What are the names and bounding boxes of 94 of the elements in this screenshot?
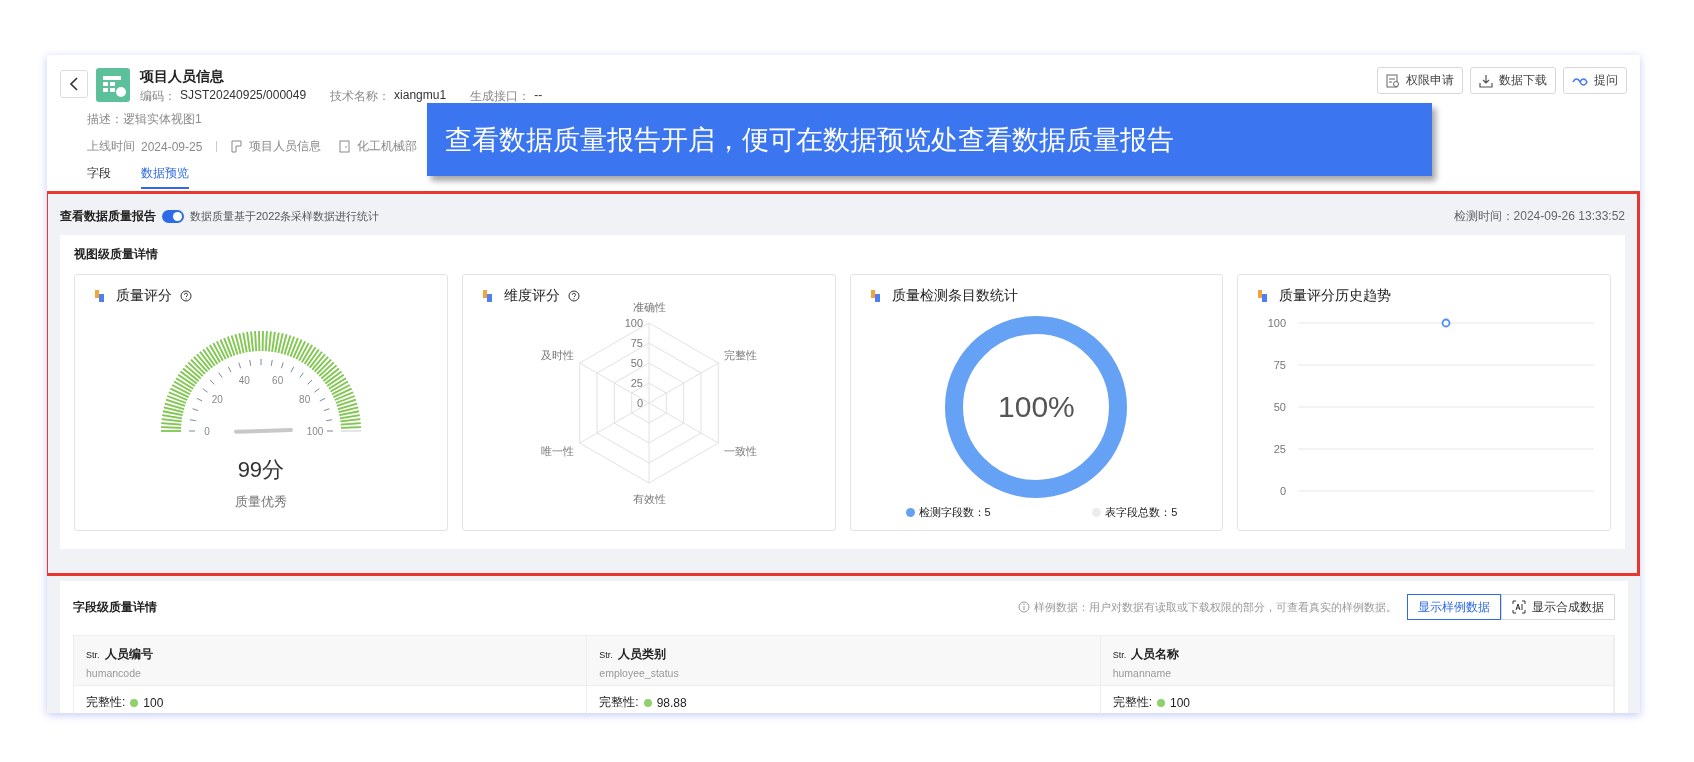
tag-label: 项目人员信息	[249, 138, 322, 155]
y-tick-label: 50	[1273, 401, 1287, 413]
download-icon	[1479, 73, 1493, 88]
action-button[interactable]: 权限申请	[1377, 67, 1463, 94]
y-tick-label: 100	[1267, 317, 1287, 329]
chart-icon	[1258, 290, 1268, 302]
action-button[interactable]: 数据下载	[1470, 67, 1556, 94]
gauge-tick-label: 20	[211, 394, 223, 406]
table-icon	[96, 68, 130, 102]
api-label: 生成接口：	[470, 88, 531, 105]
data-point	[1441, 318, 1451, 328]
section-title: 视图级质量详情	[74, 247, 159, 262]
type-tag: Str.	[1112, 650, 1127, 660]
metric-label: 完整性:	[599, 694, 639, 711]
check-time: 检测时间：2024-09-26 13:33:52	[1453, 207, 1625, 225]
card-title: 质量评分历史趋势	[1279, 287, 1392, 305]
tag-label: 化工机械部	[357, 138, 418, 155]
radar-axis-label: 有效性	[632, 493, 666, 504]
gauge-tick-label: 40	[238, 374, 250, 386]
gauge-needle	[233, 428, 293, 434]
type-tag: Str.	[599, 650, 613, 660]
back-icon	[69, 77, 79, 91]
y-tick-label: 75	[1273, 359, 1287, 371]
help-icon[interactable]	[180, 290, 192, 302]
score-grade: 质量优秀	[234, 493, 287, 511]
gauge-tick-label: 80	[299, 394, 311, 406]
sample-note: 数据质量基于2022条采样数据进行统计	[190, 208, 380, 224]
metric-label: 完整性:	[1112, 694, 1152, 711]
api-value: --	[534, 88, 543, 104]
field-name: 人员类别	[617, 646, 666, 663]
sample-data-note: 样例数据：用户对数据有读取或下载权限的部分，可查看真实的样例数据。	[1034, 599, 1397, 615]
y-tick-label: 25	[1273, 443, 1287, 455]
infinity-icon	[1572, 75, 1588, 86]
chart-icon	[95, 290, 104, 302]
tech-name-label: 技术名称：	[330, 88, 391, 105]
metric-value: 98.88	[656, 695, 687, 710]
gauge-tick-label: 60	[272, 374, 284, 386]
ai-icon	[1512, 600, 1526, 614]
radar-axis-label: 准确性	[632, 301, 666, 313]
section-title: 字段级质量详情	[73, 599, 157, 615]
report-toggle-label: 查看数据质量报告	[60, 207, 156, 225]
type-tag: Str.	[86, 650, 100, 660]
field-name: 人员编号	[104, 646, 153, 663]
catalog-icon	[231, 140, 244, 153]
status-dot	[130, 698, 139, 707]
tech-name-value: xiangmu1	[394, 88, 447, 104]
view-toggle-button[interactable]: 显示合成数据	[1501, 594, 1615, 620]
card-title: 维度评分	[503, 287, 560, 305]
gauge-tick-label: 100	[306, 426, 324, 437]
legend-label: 检测字段数：5	[918, 505, 991, 520]
radar-scale-label: 25	[630, 377, 643, 389]
radar-axis-label: 完整性	[723, 349, 757, 361]
code-value: SJST20240925/000049	[180, 88, 307, 104]
legend-label: 表字段总数：5	[1105, 505, 1178, 520]
radar-scale-label: 75	[630, 337, 643, 349]
card-title: 质量检测条目数统计	[891, 287, 1018, 305]
field-code: humancode	[86, 667, 142, 679]
field-code: humanname	[1112, 667, 1173, 679]
page-title: 项目人员信息	[140, 67, 225, 85]
callout-banner: 查看数据质量报告开启，便可在数据预览处查看数据质量报告	[427, 103, 1432, 176]
help-icon[interactable]	[567, 290, 580, 302]
building-icon	[339, 140, 352, 153]
radar-axis-label: 一致性	[723, 445, 757, 457]
field-code: employee_status	[599, 667, 680, 679]
metric-value: 100	[1170, 695, 1191, 710]
back-button[interactable]	[60, 70, 88, 98]
card-title: 质量评分	[116, 287, 172, 305]
radar-axis-label: 及时性	[540, 349, 574, 361]
form-icon	[1386, 73, 1400, 88]
percent-value: 100%	[998, 390, 1075, 424]
tab[interactable]: 字段	[87, 165, 111, 189]
tab[interactable]: 数据预览	[141, 165, 189, 189]
radar-scale-label: 0	[636, 397, 643, 409]
radar-axis-label: 唯一性	[540, 445, 574, 457]
view-toggle-button[interactable]: 显示样例数据	[1407, 594, 1501, 620]
description: 描述：逻辑实体视图1	[87, 111, 203, 128]
radar-scale-label: 50	[630, 357, 643, 369]
radar-scale-label: 100	[624, 317, 643, 329]
action-button[interactable]: 提问	[1563, 67, 1627, 94]
online-time-label: 上线时间	[87, 138, 135, 155]
chart-icon	[870, 290, 880, 302]
online-time: 2024-09-25	[141, 139, 203, 154]
status-dot	[1157, 698, 1165, 707]
score-value: 99分	[237, 456, 285, 484]
chart-icon	[482, 290, 492, 302]
metric-value: 100	[143, 695, 164, 710]
metric-label: 完整性:	[86, 694, 126, 711]
gauge-tick-label: 0	[204, 426, 210, 437]
y-tick-label: 0	[1280, 485, 1287, 497]
code-label: 编码：	[140, 88, 176, 105]
field-name: 人员名称	[1131, 646, 1180, 663]
status-dot	[643, 698, 652, 707]
info-icon	[1018, 601, 1030, 613]
toggle-switch[interactable]	[162, 209, 184, 223]
